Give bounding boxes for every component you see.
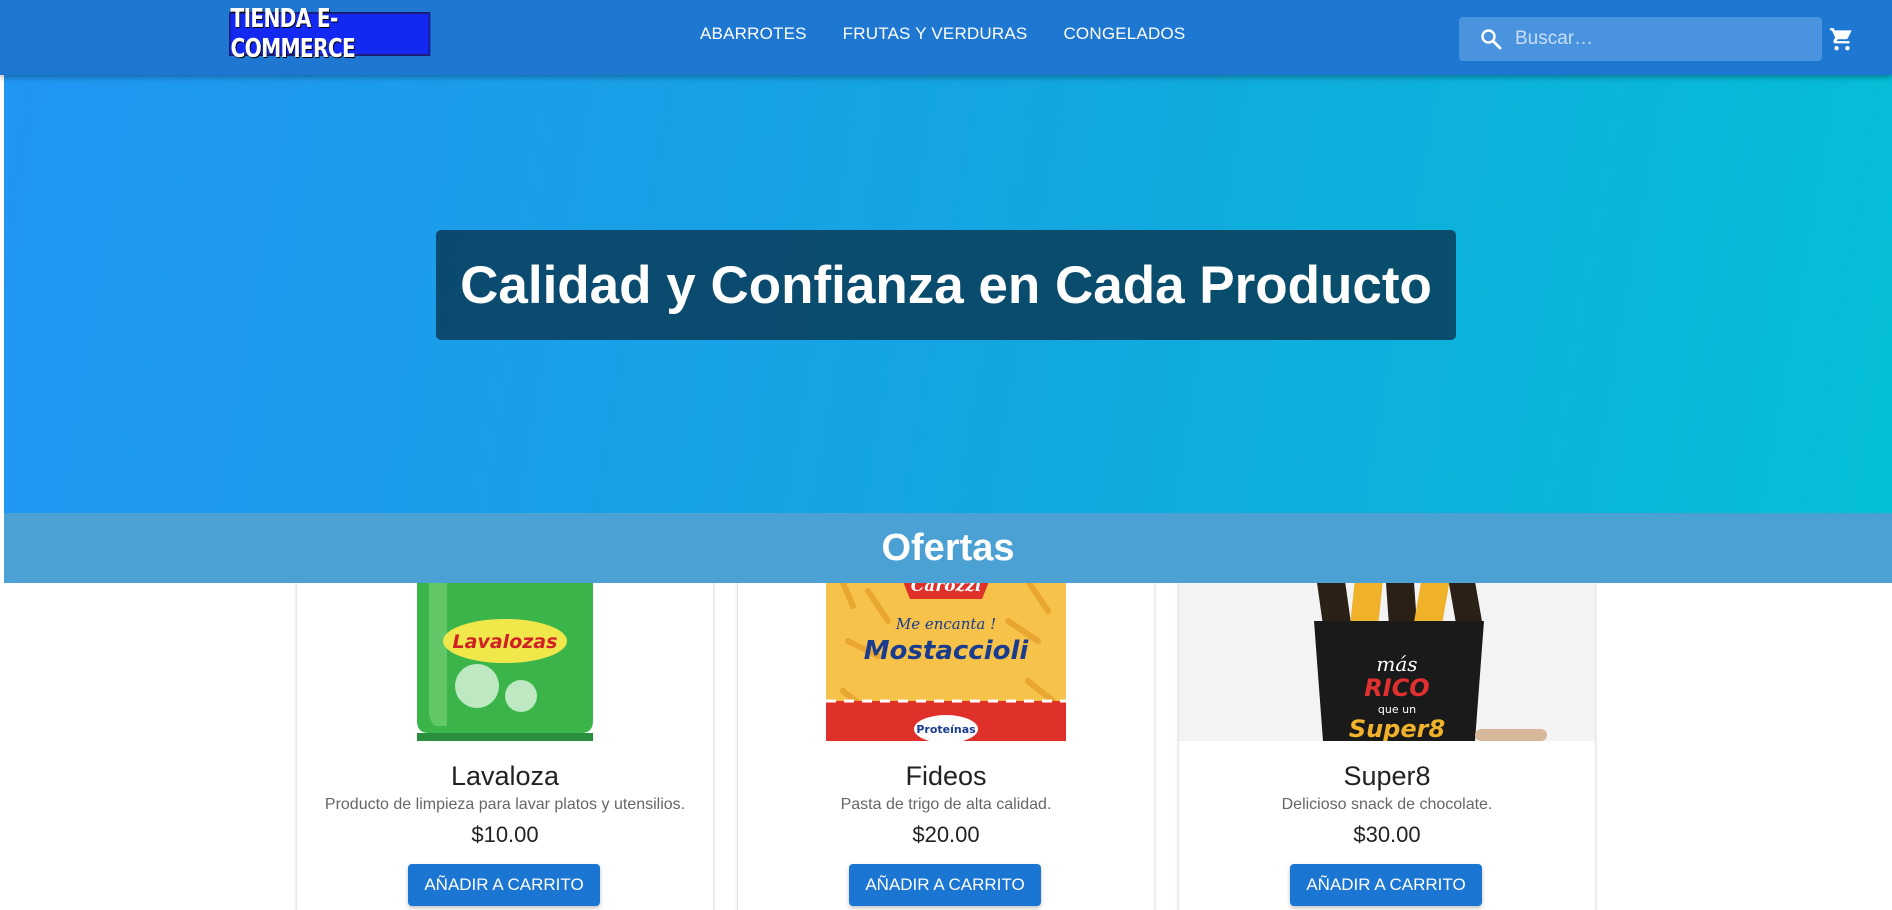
nav-item-abarrotes[interactable]: ABARROTES bbox=[700, 24, 807, 44]
product-image: más RICO que un Super8 bbox=[1179, 561, 1595, 741]
search-input[interactable] bbox=[1515, 28, 1805, 50]
nav-item-frutas-y-verduras[interactable]: FRUTAS Y VERDURAS bbox=[843, 24, 1028, 44]
search-icon bbox=[1481, 29, 1502, 50]
product-description: Pasta de trigo de alta calidad. bbox=[840, 796, 1052, 813]
add-to-cart-button[interactable]: AÑADIR A CARRITO bbox=[1290, 864, 1482, 906]
offers-section-header: Ofertas bbox=[4, 513, 1892, 583]
product-image: Lavalozas bbox=[297, 561, 713, 741]
product-price: $10.00 bbox=[471, 822, 539, 847]
mug-text-super8: Super8 bbox=[1349, 715, 1445, 741]
search-box bbox=[1459, 17, 1822, 61]
mug-text-mas: más bbox=[1376, 652, 1417, 676]
add-to-cart-button[interactable]: AÑADIR A CARRITO bbox=[849, 864, 1041, 906]
product-image: Carozzi Me encanta ! Mostaccioli Proteín… bbox=[738, 561, 1154, 741]
proteinas-badge-text: Proteínas bbox=[916, 723, 976, 736]
store-logo-text: TIENDA E-COMMERCE bbox=[230, 4, 356, 64]
mug-text-rico: RICO bbox=[1364, 674, 1429, 702]
carozzi-tag-text: Me encanta ! bbox=[895, 615, 996, 633]
product-name: Fideos bbox=[905, 761, 987, 791]
add-to-cart-button[interactable]: AÑADIR A CARRITO bbox=[408, 864, 600, 906]
product-card-super8: más RICO que un Super8 Super8 Delicioso … bbox=[1178, 560, 1596, 910]
top-app-bar: TIENDA E-COMMERCE ABARROTES FRUTAS Y VER… bbox=[0, 0, 1892, 75]
offers-title: Ofertas bbox=[881, 526, 1015, 569]
product-price: $30.00 bbox=[1353, 822, 1421, 847]
nav-item-congelados[interactable]: CONGELADOS bbox=[1063, 24, 1185, 44]
product-name: Lavaloza bbox=[450, 761, 560, 791]
lavaloza-label-text: Lavalozas bbox=[453, 631, 558, 653]
mostaccioli-text: Mostaccioli bbox=[864, 636, 1030, 666]
product-name: Super8 bbox=[1343, 761, 1431, 791]
product-price: $20.00 bbox=[912, 822, 980, 847]
product-grid: Lavalozas Lavaloza Producto de limpieza … bbox=[0, 0, 1892, 910]
main-nav: ABARROTES FRUTAS Y VERDURAS CONGELADOS bbox=[700, 24, 1221, 44]
product-description: Producto de limpieza para lavar platos y… bbox=[324, 796, 686, 813]
cart-icon[interactable] bbox=[1829, 26, 1855, 52]
page: TIENDA E-COMMERCE ABARROTES FRUTAS Y VER… bbox=[0, 0, 1892, 910]
product-card-lavaloza: Lavalozas Lavaloza Producto de limpieza … bbox=[296, 560, 714, 910]
product-description: Delicioso snack de chocolate. bbox=[1281, 796, 1493, 813]
store-logo[interactable]: TIENDA E-COMMERCE bbox=[229, 4, 431, 64]
product-card-fideos: Carozzi Me encanta ! Mostaccioli Proteín… bbox=[737, 560, 1155, 910]
